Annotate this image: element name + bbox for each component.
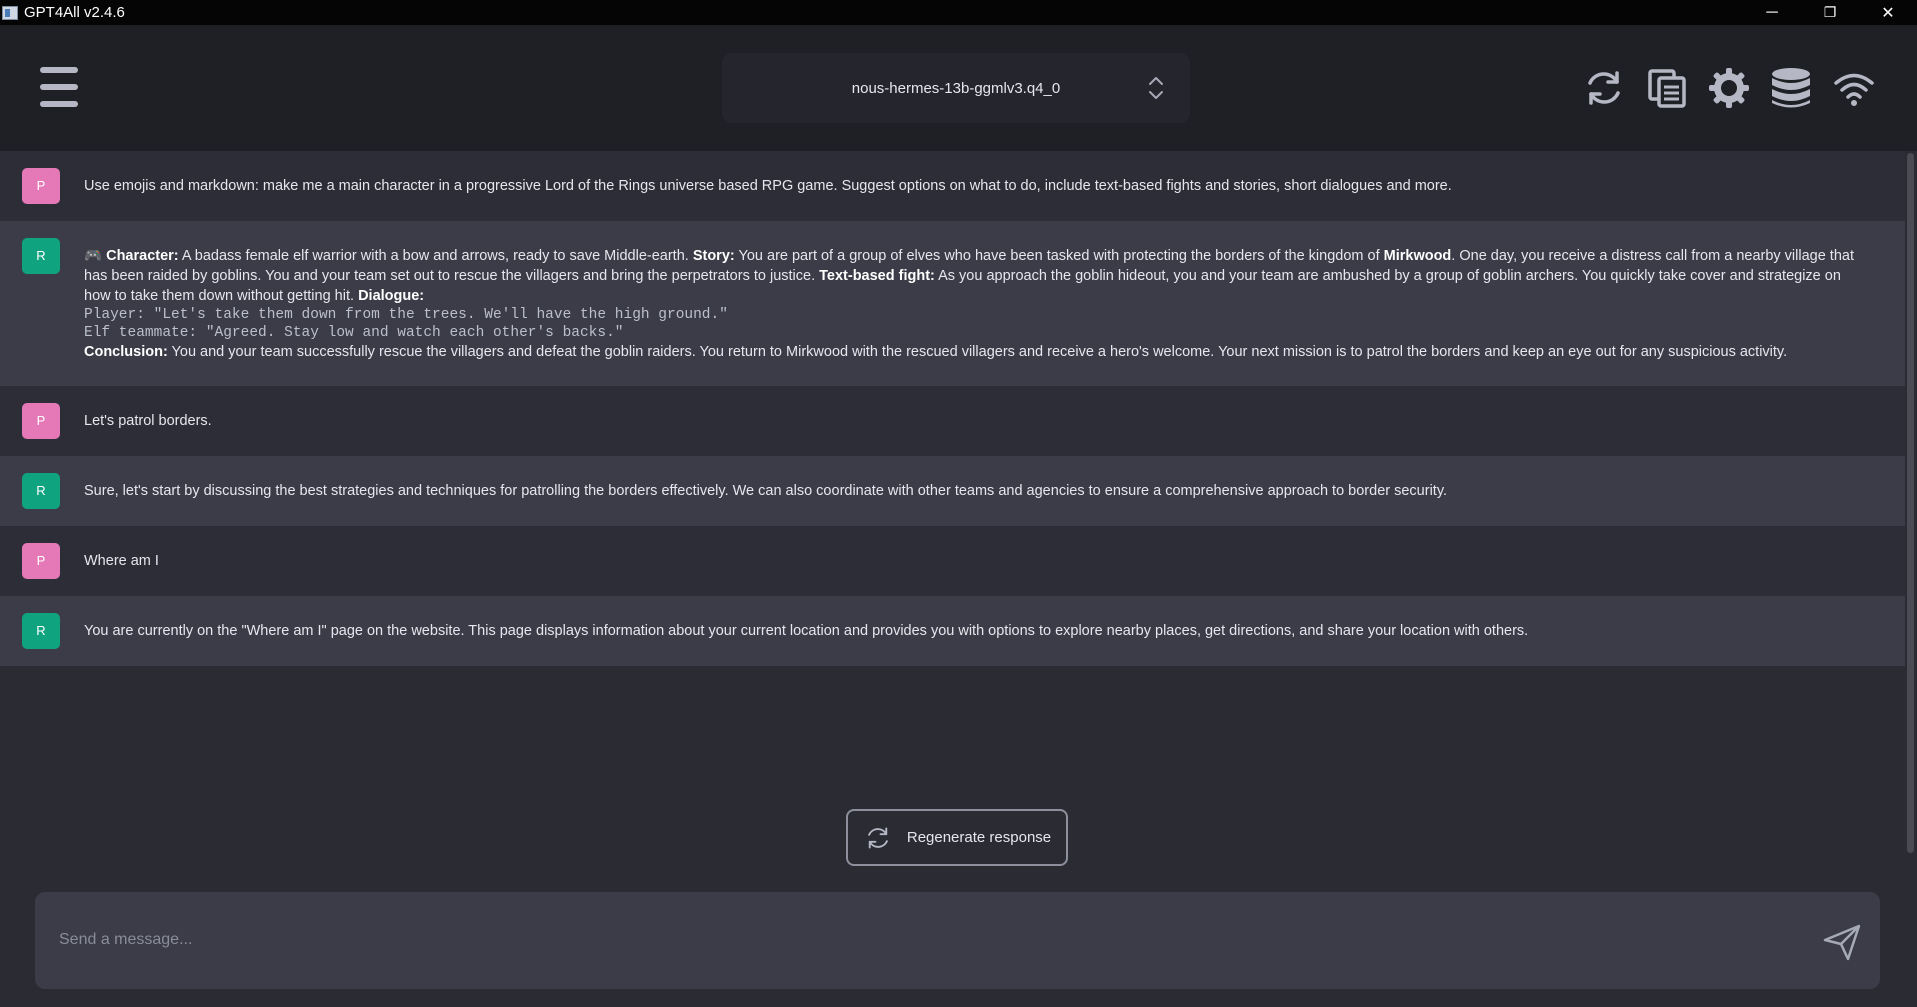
menu-bar [40, 84, 78, 90]
dialogue-label: Dialogue: [358, 288, 425, 304]
conclusion-label: Conclusion: [84, 344, 168, 360]
message-text: 🎮 Character: A badass female elf warrior… [84, 238, 1864, 362]
response-message: R 🎮 Character: A badass female elf warri… [0, 221, 1905, 386]
regenerate-label: Regenerate response [906, 829, 1052, 846]
up-down-chevron-icon [1149, 77, 1163, 99]
window-controls: ─ ❐ ✕ [1743, 0, 1917, 25]
app-header: nous-hermes-13b-ggmlv3.q4_0 [0, 25, 1917, 151]
response-message: R You are currently on the "Where am I" … [0, 596, 1905, 666]
response-message: R Sure, let's start by discussing the be… [0, 456, 1905, 526]
message-text: Sure, let's start by discussing the best… [84, 483, 1448, 499]
message-text: Let's patrol borders. [84, 413, 212, 429]
message-text: Use emojis and markdown: make me a main … [84, 178, 1452, 194]
menu-bar [40, 67, 78, 73]
window-titlebar: GPT4All v2.4.6 ─ ❐ ✕ [0, 0, 1917, 25]
response-avatar: R [22, 473, 60, 509]
game-controller-emoji: 🎮 [84, 248, 103, 264]
database-icon[interactable] [1769, 66, 1813, 110]
message-text: Where am I [84, 553, 159, 569]
fight-label: Text-based fight: [819, 268, 935, 284]
model-name: nous-hermes-13b-ggmlv3.q4_0 [851, 79, 1061, 97]
story-text: You are part of a group of elves who hav… [734, 248, 1384, 264]
response-avatar: R [22, 613, 60, 649]
dialogue-line: Elf teammate: "Agreed. Stay low and watc… [84, 325, 624, 341]
menu-icon[interactable] [40, 67, 78, 107]
response-avatar: R [22, 238, 60, 274]
character-label: Character: [106, 248, 179, 264]
prompt-message: P Let's patrol borders. [0, 386, 1905, 456]
chat-view: P Use emojis and markdown: make me a mai… [0, 151, 1905, 666]
prompt-avatar: P [22, 403, 60, 439]
restore-button[interactable]: ❐ [1801, 0, 1859, 25]
message-input[interactable] [59, 920, 1799, 960]
menu-bar [40, 101, 78, 107]
reset-icon[interactable] [1582, 66, 1626, 110]
dialogue-line: Player: "Let's take them down from the t… [84, 307, 728, 323]
model-selector[interactable]: nous-hermes-13b-ggmlv3.q4_0 [722, 53, 1190, 123]
close-button[interactable]: ✕ [1859, 0, 1917, 25]
wifi-icon[interactable] [1832, 66, 1876, 110]
mirkwood-bold: Mirkwood [1383, 248, 1452, 264]
copy-icon[interactable] [1645, 66, 1689, 110]
message-composer [35, 892, 1880, 989]
message-text: You are currently on the "Where am I" pa… [84, 623, 1529, 639]
settings-icon[interactable] [1707, 66, 1751, 110]
regenerate-response-button[interactable]: Regenerate response [846, 809, 1068, 866]
prompt-message: P Use emojis and markdown: make me a mai… [0, 151, 1905, 221]
send-icon[interactable] [1822, 922, 1862, 962]
prompt-message: P Where am I [0, 526, 1905, 596]
regenerate-icon [867, 827, 888, 848]
window-title: GPT4All v2.4.6 [24, 4, 125, 21]
minimize-button[interactable]: ─ [1743, 0, 1801, 25]
character-text: A badass female elf warrior with a bow a… [178, 248, 693, 264]
chat-scrollbar-thumb[interactable] [1907, 153, 1914, 853]
story-label: Story: [692, 248, 735, 264]
prompt-avatar: P [22, 543, 60, 579]
app-logo-icon [2, 5, 18, 20]
conclusion-text: You and your team successfully rescue th… [167, 344, 1788, 360]
prompt-avatar: P [22, 168, 60, 204]
